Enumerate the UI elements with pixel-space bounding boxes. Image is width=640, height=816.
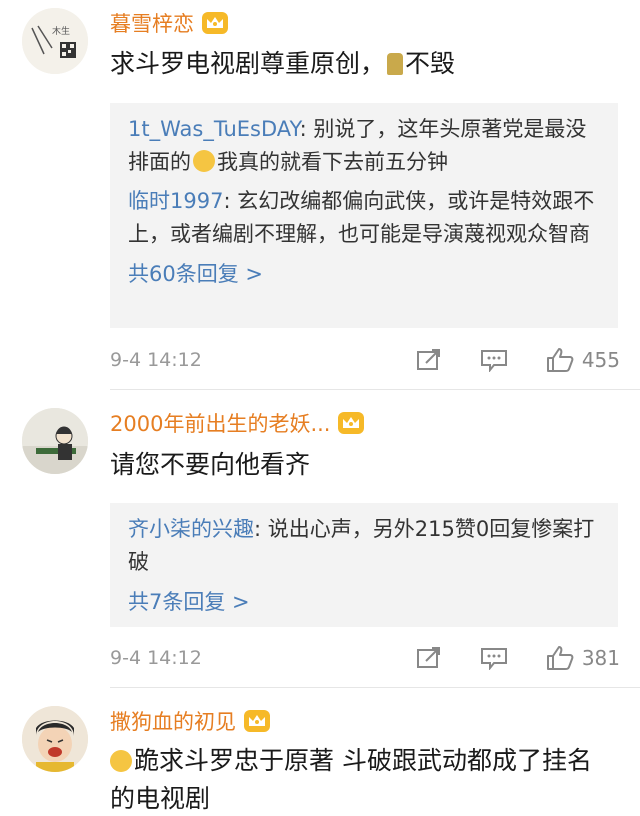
divider [110, 389, 640, 390]
share-icon [416, 349, 440, 370]
cartoon-avatar-icon [22, 408, 88, 474]
username[interactable]: 暮雪梓恋 [110, 8, 228, 38]
comment-icon [480, 350, 507, 372]
crying-child-avatar-icon [22, 706, 88, 772]
reply-username[interactable]: 1t_Was_TuEsDAY [128, 117, 300, 141]
reply: 1t_Was_TuEsDAY: 别说了，这年头原著党是最没排面的 我真的就看下去前… [128, 117, 587, 174]
comment-button[interactable] [480, 646, 508, 670]
vip-crown-icon [244, 710, 270, 732]
timestamp: 9-4 14:12 [110, 647, 202, 669]
vip-crown-icon [202, 12, 228, 34]
username[interactable]: 撒狗血的初见 [110, 706, 270, 736]
reply: 齐小柒的兴趣: 说出心声，另外215赞0回复惨案打破 [128, 517, 595, 574]
reply-username[interactable]: 临时1997 [128, 189, 223, 213]
like-count: 455 [581, 348, 620, 372]
avatar[interactable] [22, 706, 88, 772]
thumbs-up-icon [546, 348, 574, 372]
vip-crown-icon [338, 412, 365, 434]
divider [110, 687, 640, 688]
reply-box: 齐小柒的兴趣: 说出心声，另外215赞0回复惨案打破 共7条回复 > [110, 503, 618, 627]
avatar[interactable]: 木生 [22, 8, 88, 74]
comment-meta: 9-4 14:12 455 [110, 345, 620, 375]
like-count: 381 [581, 646, 620, 670]
laugh-cry-emoji-icon [193, 150, 215, 172]
comment-meta: 9-4 14:12 381 [110, 643, 620, 673]
crying-emoji-icon [110, 750, 132, 772]
comment-text: 求斗罗电视剧尊重原创， 不毁 [110, 49, 456, 78]
reply-box: 1t_Was_TuEsDAY: 别说了，这年头原著党是最没排面的 我真的就看下去前… [110, 103, 618, 328]
share-button[interactable] [416, 646, 442, 670]
more-replies-link[interactable]: 共60条回复 > [128, 259, 600, 289]
comment-text: 跪求斗罗忠于原著 斗破跟武动都成了挂名的电视剧 [110, 746, 592, 813]
timestamp: 9-4 14:12 [110, 349, 202, 371]
comment-icon [480, 648, 507, 670]
like-button[interactable]: 381 [546, 645, 620, 671]
share-icon [416, 647, 440, 668]
share-button[interactable] [416, 348, 442, 372]
svg-text:木生: 木生 [52, 25, 70, 37]
username[interactable]: 2000年前出生的老妖... [110, 408, 365, 438]
qr-code-avatar-icon: 木生 [22, 8, 88, 74]
thumbs-up-icon [546, 646, 574, 670]
reply: 临时1997: 玄幻改编都偏向武侠，或许是特效跟不上，或者编剧不理解，也可能是导… [128, 189, 595, 246]
comment-button[interactable] [480, 348, 508, 372]
avatar[interactable] [22, 408, 88, 474]
comment-text: 请您不要向他看齐 [110, 450, 311, 479]
like-button[interactable]: 455 [546, 347, 620, 373]
more-replies-link[interactable]: 共7条回复 > [128, 587, 600, 617]
reply-username[interactable]: 齐小柒的兴趣 [128, 517, 254, 541]
candle-emoji-icon [387, 53, 404, 75]
